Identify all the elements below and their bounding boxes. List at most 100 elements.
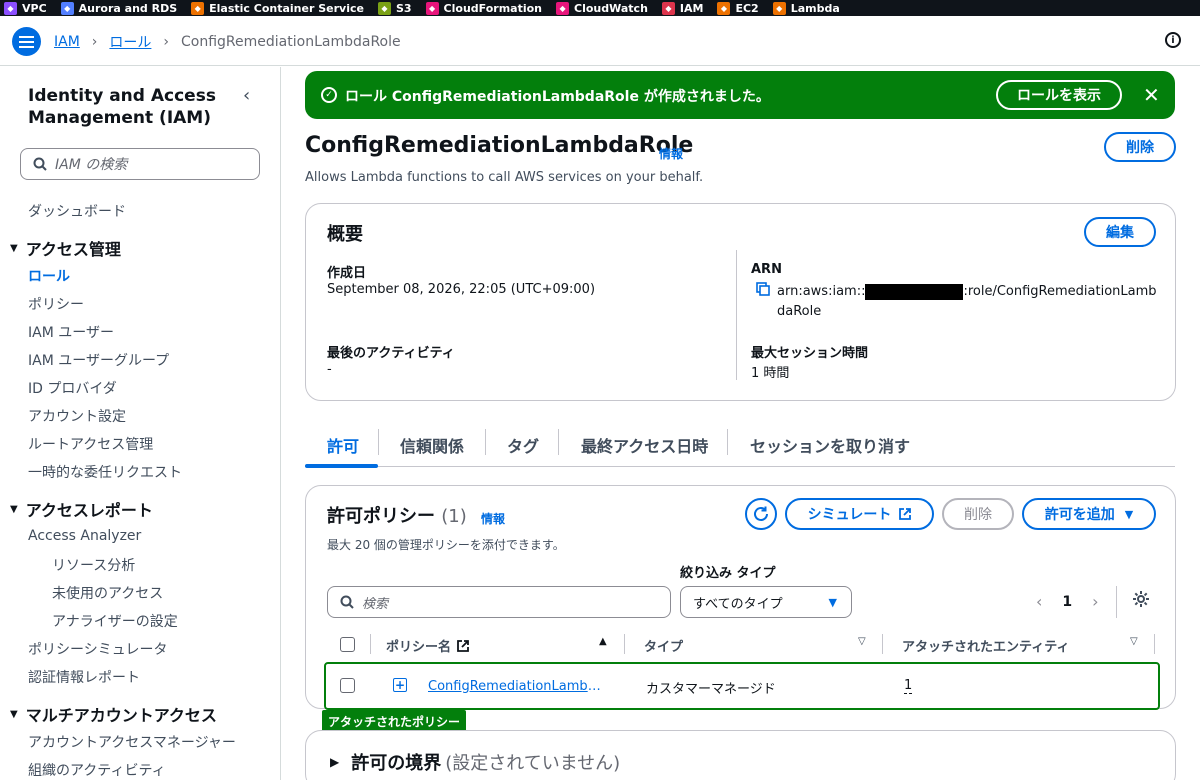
permissions-boundary-panel[interactable]: ▶ 許可の境界 (設定されていません) — [305, 730, 1176, 780]
last-activity-label: 最後のアクティビティ — [327, 346, 455, 361]
active-tab-indicator — [305, 464, 378, 468]
tab-permissions[interactable]: 許可 — [327, 433, 359, 457]
section-label: アクセス管理 — [25, 240, 121, 259]
edit-button[interactable]: 編集 — [1084, 217, 1156, 247]
service-shortcut[interactable]: ◆ CloudWatch — [556, 1, 648, 15]
tab-trust-relationships[interactable]: 信頼関係 — [400, 433, 464, 457]
policies-description: 最大 20 個の管理ポリシーを添付できます。 — [327, 538, 565, 552]
service-shortcut[interactable]: ◆ Lambda — [772, 1, 840, 15]
sidebar-item-credential-report[interactable]: 認証情報レポート — [28, 667, 140, 687]
sidebar-search-input[interactable]: IAM の検索 — [20, 148, 260, 180]
next-page-icon[interactable]: › — [1092, 592, 1098, 611]
service-label: Elastic Container Service — [209, 1, 364, 15]
attached-policy-tag: アタッチされたポリシー — [322, 710, 467, 732]
sidebar-item-user-groups[interactable]: IAM ユーザーグループ — [28, 350, 169, 370]
navigation-menu-button[interactable] — [12, 27, 41, 56]
policy-type: カスタマーマネージド — [646, 682, 776, 697]
service-label: CloudFormation — [443, 1, 543, 15]
previous-page-icon[interactable]: ‹ — [1036, 592, 1042, 611]
arn-value: arn:aws:iam:::role/ConfigRemediationLamb… — [777, 282, 1167, 322]
tab-tags[interactable]: タグ — [507, 433, 539, 457]
sidebar-item-identity-providers[interactable]: ID プロバイダ — [28, 378, 117, 398]
row-checkbox[interactable] — [340, 678, 355, 693]
breadcrumb-roles[interactable]: ロール — [109, 32, 151, 52]
view-role-button[interactable]: ロールを表示 — [996, 80, 1122, 110]
table-row[interactable]: + ConfigRemediationLambdaPolicy カスタマーマネー… — [324, 662, 1160, 710]
sidebar-section-multi-account[interactable]: ▼ マルチアカウントアクセス — [10, 702, 217, 726]
simulate-button[interactable]: シミュレート — [785, 498, 934, 530]
service-shortcut[interactable]: ◆ IAM — [661, 1, 703, 15]
boundary-header[interactable]: ▶ 許可の境界 (設定されていません) — [330, 749, 620, 775]
tab-divider — [378, 429, 379, 455]
copy-icon[interactable] — [756, 282, 770, 296]
select-all-checkbox[interactable] — [340, 637, 355, 652]
sidebar-item-roles[interactable]: ロール — [28, 266, 70, 286]
sort-icon[interactable]: ▽ — [858, 636, 866, 647]
sidebar-item-dashboard[interactable]: ダッシュボード — [28, 201, 126, 221]
sort-icon[interactable]: ▽ — [1130, 636, 1138, 647]
section-label: マルチアカウントアクセス — [25, 706, 217, 725]
service-shortcut[interactable]: ◆ VPC — [4, 1, 47, 15]
close-icon[interactable]: ✕ — [1143, 83, 1160, 107]
gear-icon[interactable] — [1132, 590, 1150, 608]
service-label: CloudWatch — [574, 1, 648, 15]
sidebar-item-access-analyzer[interactable]: Access Analyzer — [28, 528, 141, 544]
column-divider — [624, 634, 625, 654]
sidebar-item-account-settings[interactable]: アカウント設定 — [28, 406, 126, 426]
sidebar-item-iam-users[interactable]: IAM ユーザー — [28, 322, 114, 342]
service-shortcut-bar: ◆ VPC ◆ Aurora and RDS ◆ Elastic Container Se… — [0, 0, 1200, 16]
caret-down-icon: ▼ — [10, 708, 18, 720]
service-label: EC2 — [735, 1, 759, 15]
attached-entities-count[interactable]: 1 — [904, 678, 913, 694]
tab-last-accessed[interactable]: 最終アクセス日時 — [581, 433, 708, 457]
tab-revoke-sessions[interactable]: セッションを取り消す — [750, 433, 910, 457]
policies-info-link[interactable]: 情報 — [481, 510, 505, 527]
current-page[interactable]: 1 — [1062, 594, 1072, 610]
policy-name-link[interactable]: ConfigRemediationLambdaPolicy — [428, 679, 606, 694]
service-shortcut[interactable]: ◆ EC2 — [717, 1, 759, 15]
sidebar-item-temp-delegation[interactable]: 一時的な委任リクエスト — [28, 462, 182, 482]
sidebar-section-access-management[interactable]: ▼ アクセス管理 — [10, 236, 121, 260]
external-link-icon — [457, 639, 469, 652]
delete-policy-button[interactable]: 削除 — [942, 498, 1014, 530]
type-filter-select[interactable]: すべてのタイプ ▼ — [680, 586, 852, 618]
policy-search-input[interactable]: 検索 — [327, 586, 671, 618]
policies-title-text: 許可ポリシー — [327, 506, 435, 527]
sidebar-item-root-access[interactable]: ルートアクセス管理 — [28, 434, 153, 454]
sidebar-section-access-reports[interactable]: ▼ アクセスレポート — [10, 497, 153, 521]
sidebar-item-account-access-manager[interactable]: アカウントアクセスマネージャー — [28, 732, 236, 752]
refresh-button[interactable] — [745, 498, 777, 530]
caret-down-icon: ▼ — [1124, 507, 1134, 521]
column-header-attached-entities[interactable]: アタッチされたエンティティ — [902, 636, 1069, 655]
chevron-right-icon: › — [163, 34, 170, 50]
sort-ascending-icon[interactable]: ▲ — [599, 636, 607, 647]
service-shortcut[interactable]: ◆ Elastic Container Service — [191, 1, 364, 15]
iam-icon: ◆ — [661, 1, 675, 15]
sidebar-item-resource-analysis[interactable]: リソース分析 — [52, 555, 135, 575]
sidebar-item-analyzer-settings[interactable]: アナライザーの設定 — [52, 611, 178, 631]
arn-suffix-cont: daRole — [777, 304, 822, 319]
delete-role-button[interactable]: 削除 — [1104, 132, 1176, 162]
sidebar-item-policy-simulator[interactable]: ポリシーシミュレータ — [28, 639, 167, 659]
info-icon[interactable]: i — [1165, 32, 1181, 48]
vpc-icon: ◆ — [4, 1, 17, 15]
column-header-policy-name[interactable]: ポリシー名 — [386, 636, 469, 655]
ec2-icon: ◆ — [717, 1, 731, 15]
sidebar-item-unused-access[interactable]: 未使用のアクセス — [52, 583, 163, 603]
service-shortcut[interactable]: ◆ S3 — [377, 1, 412, 15]
caret-down-icon: ▼ — [10, 242, 18, 254]
sidebar-item-org-activity[interactable]: 組織のアクティビティ — [28, 760, 166, 780]
role-description: Allows Lambda functions to call AWS serv… — [305, 170, 704, 185]
breadcrumb-iam[interactable]: IAM — [54, 34, 80, 50]
service-shortcut[interactable]: ◆ Aurora and RDS — [60, 1, 177, 15]
tab-divider — [485, 429, 486, 455]
sidebar-item-policies[interactable]: ポリシー — [28, 294, 84, 314]
service-shortcut[interactable]: ◆ CloudFormation — [425, 1, 543, 15]
role-info-link[interactable]: 情報 — [659, 145, 683, 162]
expand-icon[interactable]: + — [393, 678, 407, 692]
collapse-sidebar-icon[interactable]: ‹ — [243, 85, 250, 106]
add-permissions-button[interactable]: 許可を追加 ▼ — [1022, 498, 1156, 530]
external-link-icon — [899, 508, 912, 520]
last-activity-value: - — [327, 362, 332, 377]
column-header-type[interactable]: タイプ — [644, 636, 683, 655]
